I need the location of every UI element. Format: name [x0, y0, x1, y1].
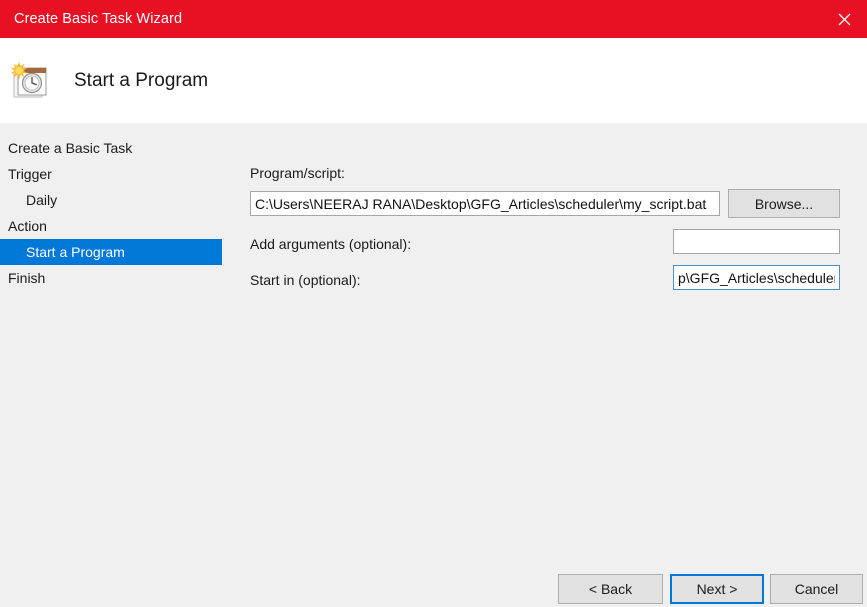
window-title: Create Basic Task Wizard: [0, 11, 182, 27]
sidebar-item-finish[interactable]: Finish: [0, 265, 222, 291]
close-icon: [838, 13, 851, 26]
start-in-label: Start in (optional):: [250, 272, 361, 288]
wizard-header: Start a Program: [0, 38, 867, 123]
sidebar-item-start-a-program[interactable]: Start a Program: [0, 239, 222, 265]
cancel-button[interactable]: Cancel: [770, 574, 863, 604]
wizard-content: Create a Basic Task Trigger Daily Action…: [0, 123, 867, 607]
sidebar-item-trigger[interactable]: Trigger: [0, 161, 222, 187]
sidebar-item-create-a-basic-task[interactable]: Create a Basic Task: [0, 135, 222, 161]
next-button[interactable]: Next >: [670, 574, 764, 604]
title-bar: Create Basic Task Wizard: [0, 0, 867, 38]
start-in-input[interactable]: [673, 265, 840, 290]
sidebar-item-daily[interactable]: Daily: [0, 187, 222, 213]
program-script-input[interactable]: [250, 191, 720, 216]
sidebar-item-action[interactable]: Action: [0, 213, 222, 239]
task-scheduler-calendar-clock-icon: [8, 59, 52, 103]
add-arguments-input[interactable]: [673, 229, 840, 254]
add-arguments-label: Add arguments (optional):: [250, 236, 411, 252]
close-button[interactable]: [821, 0, 867, 38]
wizard-step-list: Create a Basic Task Trigger Daily Action…: [0, 135, 222, 291]
program-script-label: Program/script:: [250, 165, 345, 181]
page-title: Start a Program: [74, 70, 208, 92]
back-button[interactable]: < Back: [558, 574, 663, 604]
browse-button[interactable]: Browse...: [728, 189, 840, 218]
